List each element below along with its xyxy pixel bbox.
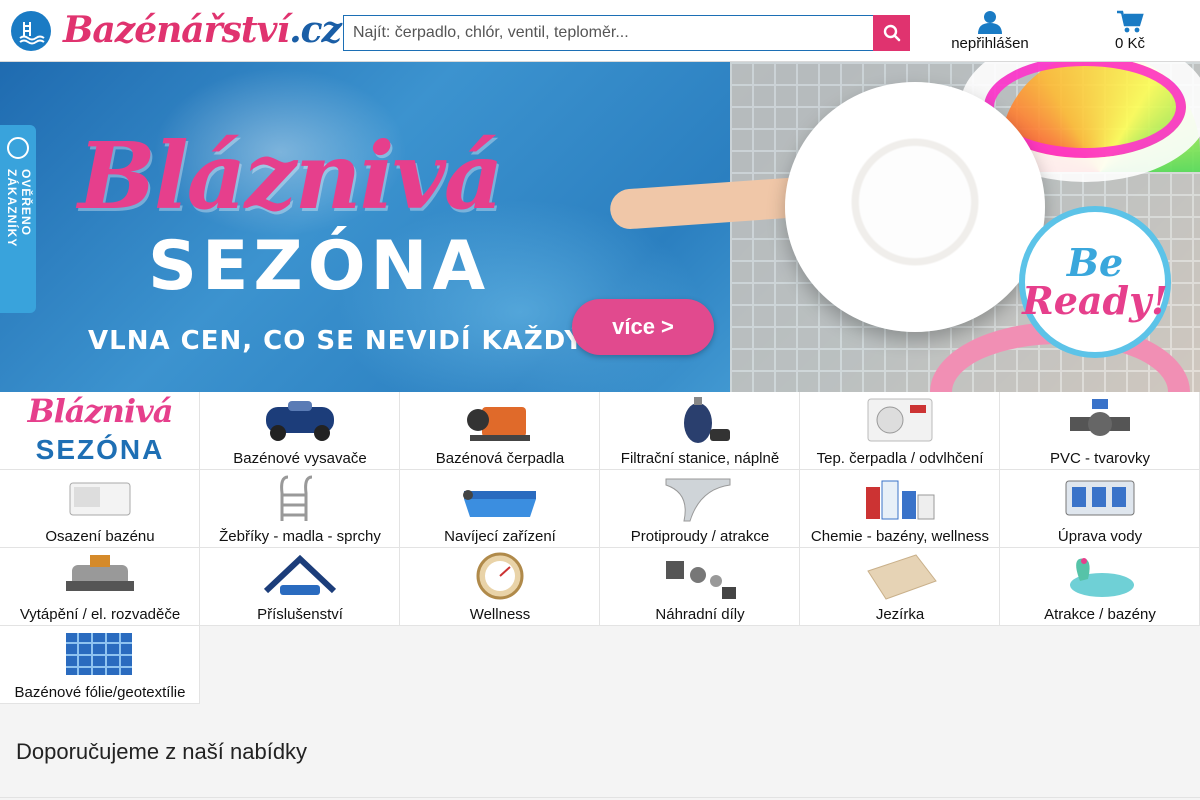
category-tile[interactable]: Bazénové vysavače — [200, 392, 400, 470]
cart-link[interactable]: 0 Kč — [1100, 8, 1160, 54]
pool-liner-icon — [66, 633, 132, 675]
category-tile[interactable]: Žebříky - madla - sprchy — [200, 470, 400, 548]
category-tile[interactable]: Vytápění / el. rozvaděče — [0, 548, 200, 626]
verified-reviews-tab[interactable]: OVĚŘENO ZÁKAZNÍKY — [0, 125, 36, 313]
logo-text: Bazénářství — [63, 9, 290, 51]
category-label: Náhradní díly — [655, 606, 745, 623]
accessories-icon — [263, 554, 337, 595]
category-label: Bazénové vysavače — [233, 450, 367, 467]
banner-title: Bláznivá — [78, 122, 503, 230]
pool-vacuum-icon — [266, 401, 334, 441]
thermometer-icon — [476, 552, 524, 600]
heater-icon — [66, 555, 134, 591]
ladder-icon — [280, 475, 313, 521]
category-label: Vytápění / el. rozvaděče — [19, 606, 181, 623]
category-tile[interactable]: Osazení bazénu — [0, 470, 200, 548]
filter-station-icon — [684, 397, 730, 443]
category-label: Chemie - bazény, wellness — [810, 528, 990, 545]
account-label: nepřihlášen — [951, 35, 1029, 52]
category-tile[interactable]: Bazénová čerpadla — [400, 392, 600, 470]
cover-reel-icon — [463, 490, 536, 517]
category-label: Navíjecí zařízení — [444, 528, 556, 545]
search-icon — [883, 24, 900, 42]
category-label: Úprava vody — [1057, 528, 1143, 545]
category-tile[interactable]: Navíjecí zařízení — [400, 470, 600, 548]
category-label: Bazénová čerpadla — [435, 450, 565, 467]
category-label: Atrakce / bazény — [1044, 606, 1156, 623]
category-tile[interactable]: Filtrační stanice, náplně — [600, 392, 800, 470]
category-tile[interactable]: Jezírka — [800, 548, 1000, 626]
heat-pump-icon — [867, 398, 933, 442]
category-tile[interactable]: Úprava vody — [1000, 470, 1200, 548]
category-label: Příslušenství — [257, 606, 343, 623]
category-label: Bazénové fólie/geotextílie — [14, 684, 186, 701]
category-label: Filtrační stanice, náplně — [620, 450, 780, 467]
category-tile[interactable]: Bazénové fólie/geotextílie — [0, 626, 200, 704]
badge-line-1: Be — [1066, 240, 1124, 285]
be-ready-badge: Be Ready! — [1019, 206, 1171, 358]
category-tile[interactable]: Chemie - bazény, wellness — [800, 470, 1000, 548]
category-tile[interactable]: Příslušenství — [200, 548, 400, 626]
category-label: Wellness — [469, 606, 531, 623]
inflatable-icon — [1070, 558, 1134, 597]
waterfall-icon — [665, 478, 731, 522]
category-label: Žebříky - madla - sprchy — [219, 528, 381, 545]
water-treatment-icon — [1065, 480, 1135, 516]
category-label: Tep. čerpadla / odvlhčení — [816, 450, 984, 467]
search-input[interactable] — [343, 15, 874, 51]
site-logo[interactable]: Bazénářství.cz — [63, 6, 342, 54]
promo-tile[interactable]: Bláznivá SEZÓNA — [0, 392, 200, 470]
search-button[interactable] — [873, 15, 910, 51]
category-tile[interactable]: Protiproudy / atrakce — [600, 470, 800, 548]
banner-more-button[interactable]: více > — [572, 299, 714, 355]
user-icon — [978, 11, 1002, 34]
category-tile[interactable]: Atrakce / bazény — [1000, 548, 1200, 626]
chemicals-icon — [866, 480, 935, 520]
promo-tile-line-1: Bláznivá — [27, 392, 174, 430]
logo-domain: .cz — [289, 9, 342, 51]
spare-parts-icon — [666, 561, 736, 599]
section-divider — [0, 797, 1200, 798]
promo-tile-line-2: SEZÓNA — [35, 434, 165, 465]
category-label: Protiproudy / atrakce — [630, 528, 770, 545]
verified-seal-icon — [7, 137, 29, 159]
badge-line-2: Ready! — [1022, 278, 1168, 323]
category-label: Osazení bazénu — [45, 528, 155, 545]
category-tile[interactable]: Wellness — [400, 548, 600, 626]
hero-banner[interactable]: Bláznivá SEZÓNA VLNA CEN, CO SE NEVIDÍ K… — [0, 62, 1200, 392]
verified-reviews-label: OVĚŘENO ZÁKAZNÍKY — [5, 169, 33, 248]
category-label: Jezírka — [875, 606, 925, 623]
account-link[interactable]: nepřihlášen — [940, 8, 1040, 54]
cart-icon — [1117, 10, 1144, 33]
pvc-valve-icon — [1070, 399, 1130, 436]
skimmer-icon — [69, 482, 131, 516]
site-header: Bazénářství.cz nepřihlášen 0 Kč — [0, 0, 1200, 62]
sun-hat-image — [785, 82, 1045, 332]
category-tile[interactable]: Tep. čerpadla / odvlhčení — [800, 392, 1000, 470]
pool-pump-icon — [467, 407, 530, 441]
logo-badge-icon[interactable] — [11, 11, 51, 51]
category-tile[interactable]: Náhradní díly — [600, 548, 800, 626]
banner-subtitle: SEZÓNA — [148, 227, 491, 306]
cart-total: 0 Kč — [1114, 35, 1145, 52]
category-tile[interactable]: PVC - tvarovky — [1000, 392, 1200, 470]
category-label: PVC - tvarovky — [1049, 450, 1151, 467]
pond-icon — [867, 554, 937, 600]
recommend-section-title: Doporučujeme z naší nabídky — [16, 739, 308, 764]
